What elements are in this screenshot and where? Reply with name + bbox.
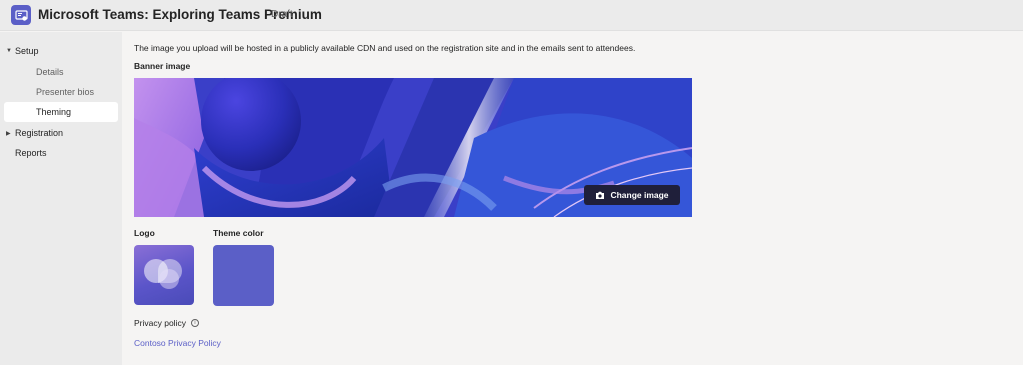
sidebar-item-theming[interactable]: Theming bbox=[4, 102, 118, 122]
logo-upload[interactable] bbox=[134, 245, 194, 305]
sidebar-item-label: Reports bbox=[15, 148, 47, 158]
sidebar-item-label: Registration bbox=[15, 128, 64, 138]
change-image-button[interactable]: Change image bbox=[584, 185, 680, 205]
change-image-label: Change image bbox=[610, 190, 669, 200]
camera-icon bbox=[596, 191, 605, 199]
sidebar-item-reports[interactable]: Reports bbox=[4, 143, 118, 163]
banner-image-label: Banner image bbox=[134, 61, 191, 71]
theme-color-label: Theme color bbox=[213, 228, 264, 238]
sidebar-item-details[interactable]: Details bbox=[4, 62, 118, 82]
main-content: The image you upload will be hosted in a… bbox=[122, 32, 1023, 365]
logo-image bbox=[144, 259, 182, 289]
sidebar-item-label: Theming bbox=[36, 107, 72, 117]
privacy-policy-label: Privacy policy i bbox=[134, 318, 199, 328]
status-badge: Draft bbox=[271, 9, 293, 20]
sidebar-item-label: Details bbox=[36, 67, 64, 77]
privacy-policy-link[interactable]: Contoso Privacy Policy bbox=[134, 338, 221, 348]
sidebar-nav: ▼ Setup Details Presenter bios Theming ▶… bbox=[0, 32, 122, 365]
privacy-policy-text: Privacy policy bbox=[134, 318, 186, 328]
teams-webinar-icon bbox=[11, 5, 31, 25]
caret-down-icon: ▼ bbox=[6, 48, 12, 54]
sidebar-item-presenter-bios[interactable]: Presenter bios bbox=[4, 82, 118, 102]
sidebar-item-registration[interactable]: ▶ Registration bbox=[4, 123, 118, 143]
theme-color-swatch[interactable] bbox=[213, 245, 274, 306]
cdn-info-text: The image you upload will be hosted in a… bbox=[134, 43, 636, 53]
sidebar-item-label: Presenter bios bbox=[36, 87, 95, 97]
caret-right-icon: ▶ bbox=[6, 130, 11, 137]
info-icon[interactable]: i bbox=[190, 319, 199, 327]
sidebar-item-label: Setup bbox=[15, 46, 39, 56]
page-header: Microsoft Teams: Exploring Teams Premium… bbox=[0, 0, 1023, 31]
logo-label: Logo bbox=[134, 228, 155, 238]
sidebar-item-setup[interactable]: ▼ Setup bbox=[4, 41, 118, 61]
